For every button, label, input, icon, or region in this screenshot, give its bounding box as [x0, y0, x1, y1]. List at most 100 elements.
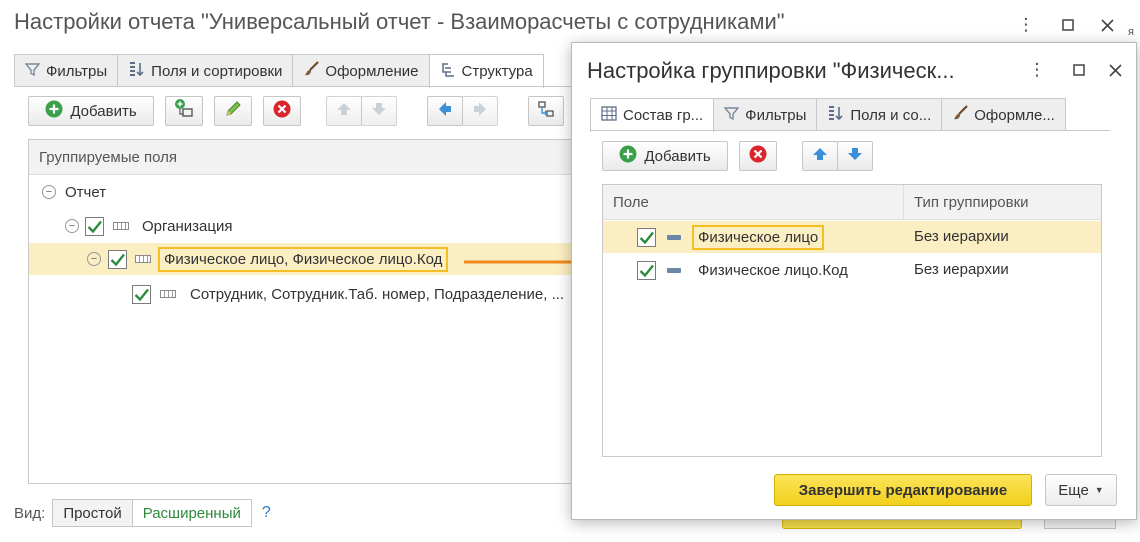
window-title: Настройки отчета "Универсальный отчет - … — [14, 9, 785, 34]
tree-row-employee[interactable]: Сотрудник, Сотрудник.Таб. номер, Подразд… — [29, 278, 572, 310]
maximize-icon[interactable] — [1055, 12, 1081, 38]
grouping-icon — [135, 255, 151, 263]
fields-sort-icon — [128, 61, 145, 81]
move-down-button[interactable] — [837, 141, 873, 171]
add-button[interactable]: Добавить — [602, 141, 728, 171]
funnel-icon — [24, 62, 41, 81]
tab-appearance[interactable]: Оформле... — [941, 98, 1066, 131]
checkmark-icon — [110, 253, 125, 266]
collapse-icon[interactable]: − — [42, 185, 56, 199]
tab-fields-sort[interactable]: Поля и сортировки — [117, 54, 294, 87]
checkmark-icon — [134, 288, 149, 301]
tab-fields-sort-label: Поля и со... — [850, 106, 932, 124]
column-header-field: Поле — [613, 194, 649, 211]
checkbox[interactable] — [108, 249, 127, 269]
tab-divider — [14, 86, 614, 87]
tab-filters[interactable]: Фильтры — [14, 54, 119, 87]
column-header-grouping-type: Тип группировки — [914, 194, 1029, 211]
clipped-text: я — [1128, 26, 1134, 38]
group-add-icon — [173, 98, 195, 124]
move-right-icon — [472, 101, 488, 121]
tree-row-label: Организация — [142, 217, 233, 235]
delete-icon — [749, 145, 767, 167]
more-menu-icon[interactable]: ⋮ — [1024, 57, 1050, 83]
help-link[interactable]: ? — [262, 504, 271, 522]
move-down-button[interactable] — [361, 96, 397, 126]
structure-icon — [440, 62, 456, 82]
collapse-icon[interactable]: − — [65, 219, 79, 233]
tree-row-label: Сотрудник, Сотрудник.Таб. номер, Подразд… — [190, 285, 565, 303]
close-icon[interactable] — [1102, 57, 1128, 83]
edit-button[interactable] — [214, 96, 252, 126]
swap-button[interactable] — [528, 96, 564, 126]
grouping-type-cell: Без иерархии — [914, 228, 1009, 245]
main-tabs: Фильтры Поля и сортировки Оформление Стр… — [14, 54, 544, 88]
more-button-label: Еще — [1058, 481, 1089, 499]
move-left-icon — [437, 101, 453, 121]
move-up-button[interactable] — [326, 96, 362, 126]
highlighted-field-label: Физическое лицо — [692, 224, 825, 250]
more-menu-icon[interactable]: ⋮ — [1013, 12, 1039, 38]
grouping-type-cell: Без иерархии — [914, 261, 1009, 278]
move-up-button[interactable] — [802, 141, 838, 171]
tree-row-organization[interactable]: − Организация — [29, 210, 572, 242]
tab-structure[interactable]: Структура — [428, 54, 544, 88]
brush-icon — [952, 105, 969, 125]
add-button-label: Добавить — [644, 147, 711, 165]
maximize-icon[interactable] — [1066, 57, 1092, 83]
view-simple-button[interactable]: Простой — [52, 499, 133, 527]
tab-composition-label: Состав гр... — [623, 107, 704, 124]
add-group-button[interactable] — [165, 96, 203, 126]
add-button[interactable]: Добавить — [28, 96, 154, 126]
grouping-fields-table: Поле Тип группировки Физическое лицо Без… — [602, 184, 1102, 457]
table-icon — [601, 106, 617, 125]
close-icon[interactable] — [1094, 12, 1120, 38]
move-left-button[interactable] — [427, 96, 463, 126]
column-separator — [903, 185, 904, 220]
checkmark-icon — [639, 264, 654, 277]
table-row[interactable]: Физическое лицо Без иерархии — [603, 221, 1101, 253]
grouping-tree: Группируемые поля − Отчет − Организация … — [28, 139, 573, 484]
checkmark-icon — [87, 220, 102, 233]
tab-filters[interactable]: Фильтры — [713, 98, 818, 131]
delete-button[interactable] — [739, 141, 777, 171]
tab-fields-sort[interactable]: Поля и со... — [816, 98, 943, 131]
add-icon — [45, 100, 63, 122]
tab-structure-label: Структура — [461, 63, 533, 80]
pencil-icon — [224, 100, 242, 122]
field-icon — [667, 234, 681, 240]
tab-divider — [590, 130, 1110, 131]
tab-filters-label: Фильтры — [745, 106, 807, 124]
move-up-icon — [336, 101, 352, 121]
move-down-icon — [371, 101, 387, 121]
dialog-title: Настройка группировки "Физическ... — [587, 58, 955, 83]
tab-filters-label: Фильтры — [46, 62, 108, 80]
move-down-icon — [847, 146, 863, 166]
tree-row-report[interactable]: − Отчет — [29, 176, 572, 208]
checkbox[interactable] — [637, 260, 656, 280]
collapse-icon[interactable]: − — [87, 252, 101, 266]
tab-composition[interactable]: Состав гр... — [590, 98, 715, 132]
tab-fields-sort-label: Поля и сортировки — [151, 62, 283, 80]
brush-icon — [303, 61, 320, 81]
view-switch: Вид: Простой Расширенный ? — [14, 499, 271, 527]
highlighted-grouping-label: Физическое лицо, Физическое лицо.Код — [158, 246, 449, 272]
checkbox[interactable] — [85, 216, 104, 236]
view-extended-button[interactable]: Расширенный — [131, 499, 252, 527]
grouping-tree-header: Группируемые поля — [29, 140, 572, 175]
delete-button[interactable] — [263, 96, 301, 126]
move-right-button[interactable] — [462, 96, 498, 126]
checkbox[interactable] — [132, 284, 151, 304]
checkmark-icon — [639, 231, 654, 244]
field-icon — [667, 267, 681, 273]
field-label: Физическое лицо.Код — [698, 261, 848, 279]
tab-appearance[interactable]: Оформление — [292, 54, 430, 87]
add-icon — [619, 145, 637, 167]
swap-icon — [537, 100, 555, 122]
more-button[interactable]: Еще ▼ — [1045, 474, 1117, 506]
finish-editing-button[interactable]: Завершить редактирование — [774, 474, 1032, 506]
move-up-icon — [812, 146, 828, 166]
table-row[interactable]: Физическое лицо.Код Без иерархии — [603, 254, 1101, 286]
tab-appearance-label: Оформление — [325, 62, 419, 80]
checkbox[interactable] — [637, 227, 656, 247]
